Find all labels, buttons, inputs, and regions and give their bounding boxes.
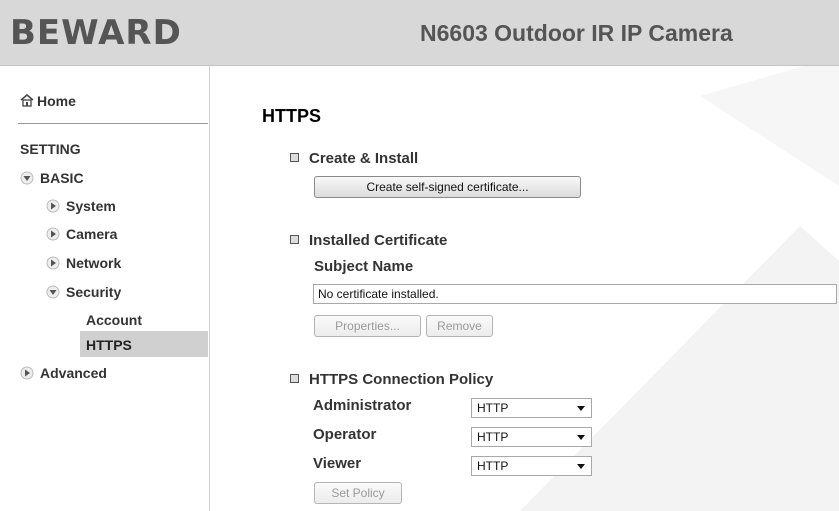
sidebar-item-advanced[interactable]: Advanced: [20, 364, 107, 382]
select-value: HTTP: [477, 401, 509, 415]
dropdown-arrow-icon: [577, 406, 585, 411]
sidebar-item-label: Network: [66, 255, 122, 271]
sidebar-item-camera[interactable]: Camera: [46, 225, 117, 243]
subject-name-field: No certificate installed.: [313, 284, 837, 304]
sidebar-item-security[interactable]: Security: [46, 283, 121, 301]
sidebar-item-network[interactable]: Network: [46, 254, 121, 272]
bullet-square-icon: [290, 374, 299, 383]
create-install-section-title: Create & Install: [290, 150, 418, 167]
installed-certificate-section-title: Installed Certificate: [290, 232, 447, 249]
connection-policy-section-title: HTTPS Connection Policy: [290, 371, 493, 388]
product-title: N6603 Outdoor IR IP Camera: [420, 20, 733, 46]
expanded-triangle-icon: [46, 285, 60, 299]
setting-heading: SETTING: [20, 141, 81, 157]
create-certificate-button[interactable]: Create self-signed certificate...: [314, 176, 581, 198]
properties-button[interactable]: Properties...: [314, 315, 421, 337]
viewer-label: Viewer: [313, 455, 362, 472]
page-title: HTTPS: [262, 106, 322, 126]
sidebar-item-account[interactable]: Account: [86, 311, 142, 329]
section-label: Create & Install: [309, 150, 419, 167]
select-value: HTTP: [477, 430, 509, 444]
sidebar-item-label: Advanced: [40, 365, 107, 381]
sidebar: Home SETTING BASIC System Camera Network…: [0, 66, 210, 511]
collapsed-triangle-icon: [20, 366, 34, 380]
section-label: Installed Certificate: [309, 232, 448, 249]
collapsed-triangle-icon: [46, 256, 60, 270]
set-policy-button[interactable]: Set Policy: [314, 482, 402, 504]
sidebar-item-label: BASIC: [40, 170, 84, 186]
select-value: HTTP: [477, 459, 509, 473]
sidebar-item-basic[interactable]: BASIC: [20, 169, 84, 187]
expanded-triangle-icon: [20, 171, 34, 185]
sidebar-item-label: System: [66, 198, 116, 214]
operator-policy-select[interactable]: HTTP: [471, 427, 592, 447]
dropdown-arrow-icon: [577, 435, 585, 440]
sidebar-item-https[interactable]: HTTPS: [80, 331, 208, 357]
brand-logo: BEWARD: [10, 13, 182, 53]
administrator-policy-select[interactable]: HTTP: [471, 398, 592, 418]
home-icon: [20, 94, 34, 107]
bullet-square-icon: [290, 153, 299, 162]
sidebar-item-label: Camera: [66, 226, 118, 242]
sidebar-item-label: Home: [37, 93, 76, 109]
bullet-square-icon: [290, 235, 299, 244]
remove-button[interactable]: Remove: [426, 315, 493, 337]
dropdown-arrow-icon: [577, 464, 585, 469]
operator-label: Operator: [313, 426, 377, 443]
administrator-label: Administrator: [313, 397, 412, 414]
sidebar-item-home[interactable]: Home: [20, 92, 76, 110]
divider: [18, 123, 208, 124]
section-label: HTTPS Connection Policy: [309, 371, 494, 388]
collapsed-triangle-icon: [46, 199, 60, 213]
viewer-policy-select[interactable]: HTTP: [471, 456, 592, 476]
collapsed-triangle-icon: [46, 227, 60, 241]
header: BEWARD N6603 Outdoor IR IP Camera: [0, 0, 839, 66]
main-content: HTTPS Create & Install Create self-signe…: [210, 66, 839, 511]
sidebar-item-system[interactable]: System: [46, 197, 116, 215]
subject-name-label: Subject Name: [314, 258, 414, 275]
sidebar-item-label: Security: [66, 284, 122, 300]
